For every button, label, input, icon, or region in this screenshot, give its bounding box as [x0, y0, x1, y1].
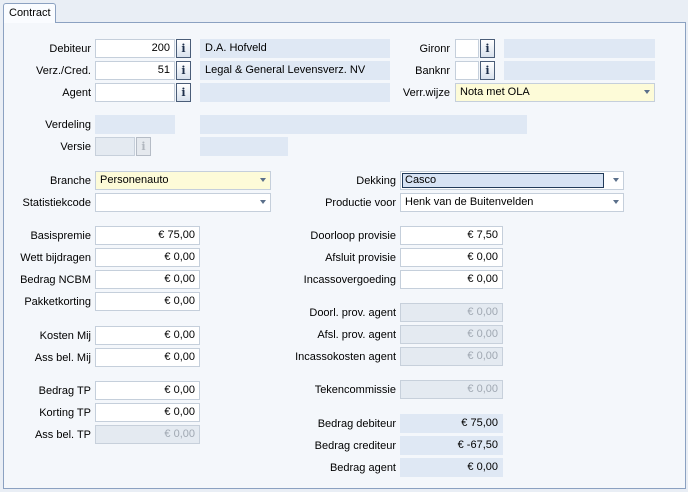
verdeling-label: Verdeling [45, 119, 91, 131]
basispremie-label: Basispremie [30, 230, 91, 242]
verz-cred-label: Verz./Cred. [35, 65, 91, 77]
chevron-down-icon[interactable] [644, 90, 650, 94]
versie-label: Versie [60, 141, 91, 153]
verdeling-field [95, 115, 175, 134]
gironr-field[interactable] [455, 39, 479, 58]
branche-label: Branche [50, 175, 91, 187]
incassokosten-agent-label: Incassokosten agent [295, 351, 396, 363]
basispremie-field[interactable]: € 75,00 [95, 226, 200, 245]
versie-info-button: i [136, 137, 151, 156]
banknr-name-field [504, 61, 655, 80]
info-icon: i [181, 42, 186, 55]
gironr-label: Gironr [419, 43, 450, 55]
tab-contract[interactable]: Contract [3, 3, 56, 23]
debiteur-label: Debiteur [49, 43, 91, 55]
pakketkorting-label: Pakketkorting [24, 296, 91, 308]
dekking-value: Casco [402, 173, 604, 188]
gironr-info-button[interactable]: i [480, 39, 495, 58]
doorl-prov-agent-field: € 0,00 [400, 303, 503, 322]
info-icon: i [485, 64, 490, 77]
branche-select[interactable]: Personenauto [95, 171, 271, 190]
afsl-prov-agent-field: € 0,00 [400, 325, 503, 344]
bedrag-tp-field[interactable]: € 0,00 [95, 381, 200, 400]
bedrag-ncbm-field[interactable]: € 0,00 [95, 270, 200, 289]
bedrag-debiteur-label: Bedrag debiteur [317, 418, 396, 430]
ass-bel-tp-label: Ass bel. TP [34, 429, 91, 441]
agent-info-button[interactable]: i [176, 83, 191, 102]
debiteur-name-field: D.A. Hofveld [200, 39, 390, 58]
kosten-mij-label: Kosten Mij [39, 330, 91, 342]
contract-panel: Debiteur 200 i D.A. Hofveld Verz./Cred. … [3, 22, 686, 489]
korting-tp-label: Korting TP [39, 407, 91, 419]
chevron-down-icon[interactable] [613, 178, 619, 182]
debiteur-info-button[interactable]: i [176, 39, 191, 58]
korting-tp-field[interactable]: € 0,00 [95, 403, 200, 422]
banknr-info-button[interactable]: i [480, 61, 495, 80]
bedrag-crediteur-label: Bedrag crediteur [314, 440, 396, 452]
verz-cred-name-field: Legal & General Levensverz. NV [200, 61, 390, 80]
incassovergoeding-field[interactable]: € 0,00 [400, 270, 503, 289]
versie-field [95, 137, 135, 156]
productie-voor-value: Henk van de Buitenvelden [405, 196, 534, 208]
ass-bel-mij-field[interactable]: € 0,00 [95, 348, 200, 367]
statistiekcode-label: Statistiekcode [22, 197, 91, 209]
debiteur-field[interactable]: 200 [95, 39, 175, 58]
wett-bijdragen-field[interactable]: € 0,00 [95, 248, 200, 267]
wett-bijdragen-label: Wett bijdragen [20, 252, 91, 264]
branche-value: Personenauto [100, 174, 169, 186]
bedrag-ncbm-label: Bedrag NCBM [20, 274, 91, 286]
verr-wijze-value: Nota met OLA [460, 86, 530, 98]
statistiekcode-select[interactable] [95, 193, 271, 212]
kosten-mij-field[interactable]: € 0,00 [95, 326, 200, 345]
tekencommissie-label: Tekencommissie [314, 384, 396, 396]
productie-voor-select[interactable]: Henk van de Buitenvelden [400, 193, 624, 212]
verr-wijze-label: Verr.wijze [402, 87, 450, 99]
banknr-label: Banknr [415, 65, 450, 77]
tekencommissie-field: € 0,00 [400, 380, 503, 399]
doorl-prov-agent-label: Doorl. prov. agent [309, 307, 396, 319]
bedrag-agent-field: € 0,00 [400, 458, 503, 477]
versie-desc-field [200, 137, 288, 156]
pakketkorting-field[interactable]: € 0,00 [95, 292, 200, 311]
bedrag-crediteur-field: € -67,50 [400, 436, 503, 455]
info-icon: i [141, 140, 146, 153]
dekking-select[interactable]: Casco [400, 171, 624, 190]
verr-wijze-select[interactable]: Nota met OLA [455, 83, 655, 102]
afsluit-provisie-label: Afsluit provisie [325, 252, 396, 264]
info-icon: i [181, 64, 186, 77]
bedrag-agent-label: Bedrag agent [329, 462, 396, 474]
agent-name-field [200, 83, 390, 102]
dekking-label: Dekking [356, 175, 396, 187]
gironr-name-field [504, 39, 655, 58]
ass-bel-tp-field: € 0,00 [95, 425, 200, 444]
doorloop-provisie-label: Doorloop provisie [310, 230, 396, 242]
info-icon: i [181, 86, 186, 99]
incassokosten-agent-field: € 0,00 [400, 347, 503, 366]
chevron-down-icon[interactable] [260, 178, 266, 182]
productie-voor-label: Productie voor [325, 197, 396, 209]
verz-cred-info-button[interactable]: i [176, 61, 191, 80]
agent-field[interactable] [95, 83, 175, 102]
afsl-prov-agent-label: Afsl. prov. agent [317, 329, 396, 341]
verz-cred-field[interactable]: 51 [95, 61, 175, 80]
bedrag-debiteur-field: € 75,00 [400, 414, 503, 433]
info-icon: i [485, 42, 490, 55]
bedrag-tp-label: Bedrag TP [38, 385, 91, 397]
agent-label: Agent [62, 87, 91, 99]
afsluit-provisie-field[interactable]: € 0,00 [400, 248, 503, 267]
banknr-field[interactable] [455, 61, 479, 80]
incassovergoeding-label: Incassovergoeding [303, 274, 396, 286]
chevron-down-icon[interactable] [260, 200, 266, 204]
chevron-down-icon[interactable] [613, 200, 619, 204]
doorloop-provisie-field[interactable]: € 7,50 [400, 226, 503, 245]
verdeling-desc-field [200, 115, 527, 134]
ass-bel-mij-label: Ass bel. Mij [34, 352, 91, 364]
